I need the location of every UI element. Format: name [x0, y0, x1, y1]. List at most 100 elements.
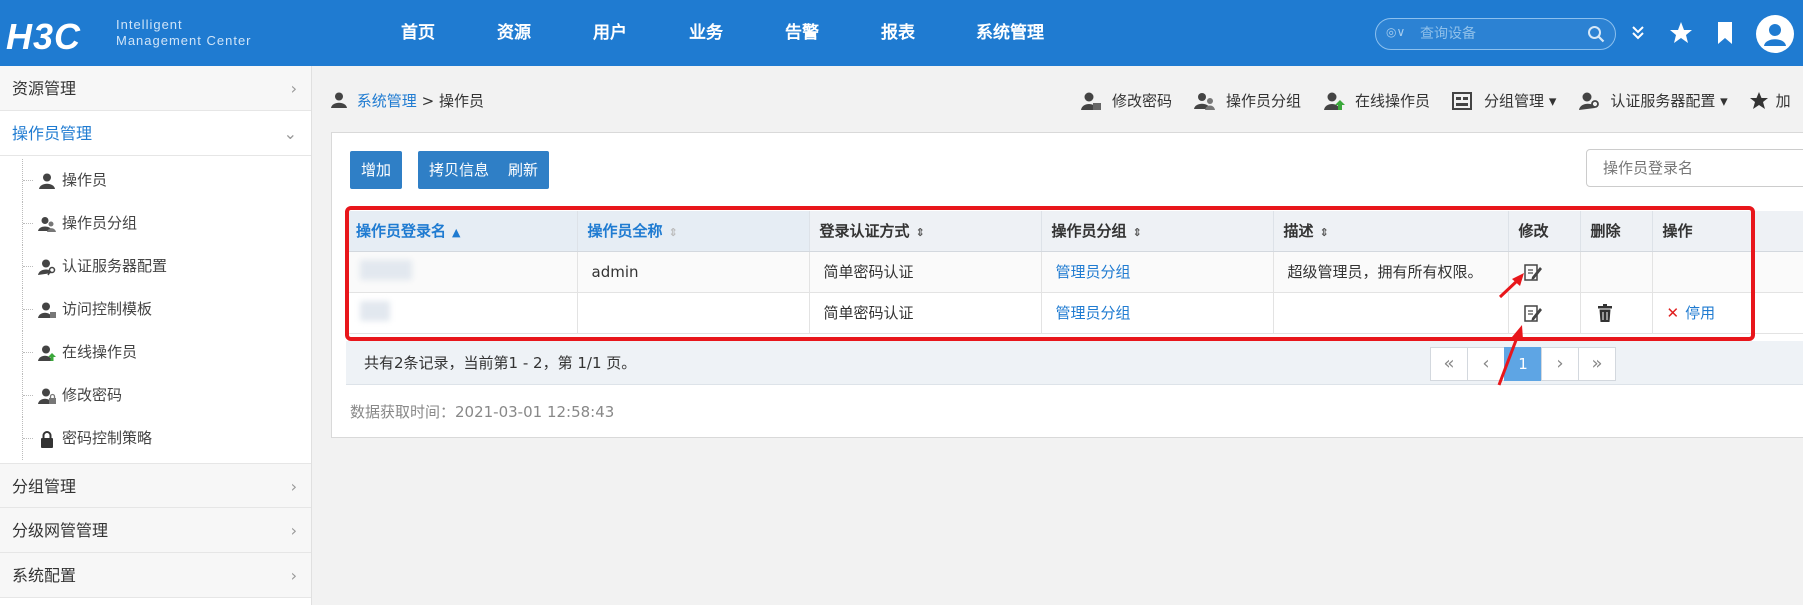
record-summary: 共有2条记录，当前第1 - 2，第 1/1 页。 — [364, 354, 637, 372]
col-header-label: 操作 — [1662, 222, 1693, 241]
sidebar-group-label: 系统配置 — [12, 566, 77, 585]
top-header: H3C Intelligent Management Center 首页 资源 … — [0, 0, 1803, 66]
toolbar-auth-server-config-dropdown[interactable]: 认证服务器配置 ▾ — [1578, 88, 1728, 114]
cell-operator-group: 管理员分组 — [1041, 251, 1274, 293]
table-header-row: 操作员登录名 ▲ 操作员全称 ⇕ 登录认证方式 ⇕ 操作员分组 ⇕ 描述 ⇕ 修改 删除 … — [346, 211, 1803, 252]
sidebar: 资源管理 › 操作员管理 ⌄ 操作员 操作员分组 认证服务器配置 访问控制模板 — [0, 66, 312, 605]
page-1-button[interactable]: 1 — [1504, 347, 1542, 381]
sidebar-group-hierarchical-nms[interactable]: 分级网管管理 › — [0, 508, 311, 553]
toolbar-change-password[interactable]: 修改密码 — [1080, 88, 1172, 114]
table-row: 简单密码认证 管理员分组 ✕ 停用 — [346, 292, 1803, 334]
sidebar-group-group-manage[interactable]: 分组管理 › — [0, 463, 311, 508]
nav-alarm[interactable]: 告警 — [754, 0, 850, 66]
nav-home[interactable]: 首页 — [370, 0, 466, 66]
col-header-description[interactable]: 描述 ⇕ — [1273, 211, 1509, 252]
star-icon[interactable] — [1668, 20, 1694, 46]
col-header-delete: 删除 — [1580, 211, 1653, 252]
sidebar-group-system-config[interactable]: 系统配置 › — [0, 553, 311, 598]
col-header-label: 操作员全称 — [587, 222, 663, 241]
cell-edit — [1508, 292, 1581, 334]
sidebar-item-change-password[interactable]: 修改密码 — [0, 374, 311, 417]
sidebar-item-password-policy[interactable]: 密码控制策略 — [0, 417, 311, 460]
add-button[interactable]: 增加 — [350, 151, 403, 189]
chevron-right-icon: › — [290, 521, 297, 540]
sidebar-sub-list: 操作员 操作员分组 认证服务器配置 访问控制模板 在线操作员 修改密码 密码控制… — [0, 156, 311, 463]
double-chevron-down-icon[interactable] — [1625, 20, 1651, 46]
nav-user[interactable]: 用户 — [562, 0, 658, 66]
toolbar-online-operator[interactable]: 在线操作员 — [1323, 88, 1430, 114]
col-header-auth-method[interactable]: 登录认证方式 ⇕ — [809, 211, 1042, 252]
nav-service[interactable]: 业务 — [658, 0, 754, 66]
user-lock-icon — [38, 388, 56, 404]
first-page-button[interactable]: « — [1430, 347, 1468, 381]
sidebar-item-operator[interactable]: 操作员 — [0, 159, 311, 202]
user-online-icon — [38, 345, 56, 361]
search-icon[interactable] — [1587, 25, 1605, 43]
sidebar-group-label: 分组管理 — [12, 477, 77, 496]
sidebar-group-label: 分级网管管理 — [12, 521, 109, 540]
toolbar-link-label: 在线操作员 — [1355, 92, 1431, 110]
nav-report[interactable]: 报表 — [850, 0, 946, 66]
sidebar-item-auth-server-config[interactable]: 认证服务器配置 — [0, 245, 311, 288]
col-header-full-name[interactable]: 操作员全称 ⇕ — [577, 211, 810, 252]
cell-action: ✕ 停用 — [1652, 292, 1803, 334]
breadcrumb-parent-link[interactable]: 系统管理 — [357, 92, 417, 110]
trash-icon[interactable] — [1595, 303, 1615, 323]
data-fetch-time: 数据获取时间：2021-03-01 12:58:43 — [350, 403, 615, 421]
operator-group-link[interactable]: 管理员分组 — [1056, 304, 1131, 322]
user-icon — [331, 92, 347, 108]
chevron-down-icon: ⌄ — [283, 124, 297, 143]
redacted-text — [360, 259, 412, 280]
edit-icon[interactable] — [1523, 262, 1543, 282]
cell-delete — [1580, 292, 1653, 334]
sidebar-item-label: 在线操作员 — [62, 343, 138, 361]
cell-login-name[interactable] — [346, 292, 578, 334]
nav-system-manage[interactable]: 系统管理 — [946, 0, 1074, 66]
chevron-right-icon: › — [290, 477, 297, 496]
nav-resource[interactable]: 资源 — [466, 0, 562, 66]
prev-page-button[interactable]: ‹ — [1467, 347, 1505, 381]
cell-auth-method: 简单密码认证 — [809, 251, 1042, 293]
chevron-right-icon: › — [290, 79, 297, 98]
copy-info-button[interactable]: 拷贝信息 — [418, 151, 501, 189]
breadcrumb-current: 操作员 — [438, 92, 484, 110]
cell-login-name[interactable] — [346, 251, 578, 293]
operator-group-link[interactable]: 管理员分组 — [1056, 263, 1131, 281]
col-header-action: 操作 — [1652, 211, 1803, 252]
table-footer: 共有2条记录，当前第1 - 2，第 1/1 页。 « ‹ 1 › » — [346, 341, 1803, 385]
search-scope-dropdown[interactable]: ◎∨ — [1386, 25, 1405, 39]
col-header-edit: 修改 — [1508, 211, 1581, 252]
user-key-icon — [1579, 92, 1600, 110]
sidebar-group-operator-manage[interactable]: 操作员管理 ⌄ — [0, 111, 311, 156]
redacted-text — [360, 300, 390, 321]
search-input[interactable] — [1420, 22, 1580, 46]
next-page-button[interactable]: › — [1541, 347, 1579, 381]
user-avatar[interactable] — [1756, 15, 1794, 53]
breadcrumb: 系统管理 > 操作员 — [330, 88, 484, 114]
device-search: ◎∨ — [1375, 18, 1616, 50]
sidebar-item-operator-group[interactable]: 操作员分组 — [0, 202, 311, 245]
tree-line — [22, 288, 33, 331]
sidebar-group-resource-manage[interactable]: 资源管理 › — [0, 66, 311, 111]
avatar-icon — [1764, 24, 1786, 46]
h3c-logo[interactable]: H3C Intelligent Management Center — [6, 12, 271, 57]
disable-link[interactable]: ✕ 停用 — [1667, 304, 1716, 322]
edit-icon[interactable] — [1523, 303, 1543, 323]
sidebar-item-access-control-template[interactable]: 访问控制模板 — [0, 288, 311, 331]
col-header-login-name[interactable]: 操作员登录名 ▲ — [346, 211, 578, 252]
sort-icon: ⇕ — [1319, 226, 1329, 240]
toolbar-add-favorite[interactable]: 加 — [1749, 88, 1791, 114]
col-header-label: 登录认证方式 — [819, 222, 910, 241]
sidebar-item-label: 修改密码 — [62, 386, 123, 404]
tree-line — [22, 159, 33, 202]
sidebar-item-online-operator[interactable]: 在线操作员 — [0, 331, 311, 374]
sidebar-group-label: 资源管理 — [12, 79, 77, 98]
refresh-button[interactable]: 刷新 — [497, 151, 550, 189]
bookmark-icon[interactable] — [1712, 20, 1738, 46]
toolbar-link-label: 分组管理 ▾ — [1484, 92, 1557, 110]
toolbar-group-manage-dropdown[interactable]: 分组管理 ▾ — [1452, 88, 1556, 114]
last-page-button[interactable]: » — [1578, 347, 1616, 381]
toolbar-operator-group[interactable]: 操作员分组 — [1194, 88, 1301, 114]
col-header-operator-group[interactable]: 操作员分组 ⇕ — [1041, 211, 1274, 252]
operator-login-filter-input[interactable] — [1586, 149, 1803, 187]
